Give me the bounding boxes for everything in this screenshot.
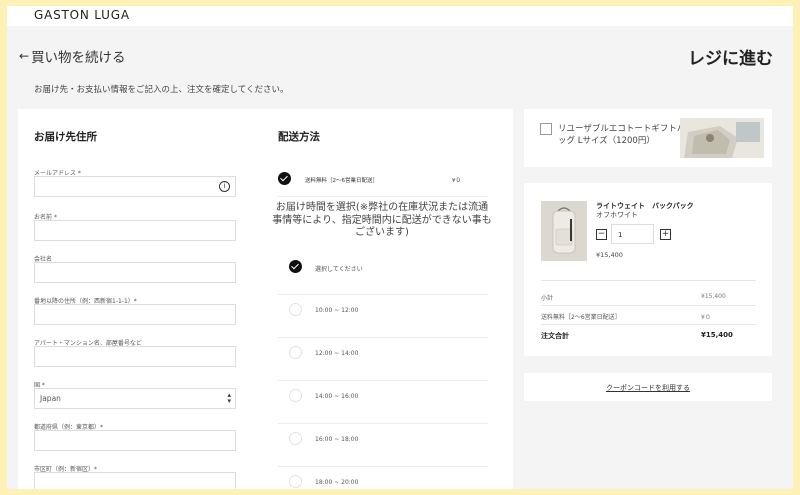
continue-shopping-label: 買い物を続ける <box>31 50 126 66</box>
page-title: レジに進む <box>688 49 773 69</box>
divider <box>278 423 488 424</box>
divider <box>541 324 756 325</box>
continue-shopping-link[interactable]: ← 買い物を続ける <box>19 46 126 66</box>
time-slot-radio[interactable] <box>289 432 302 445</box>
divider <box>541 280 756 281</box>
gift-bag-card: リユーザブルエコトートギフトバッグ Lサイズ（1200円） <box>524 109 772 167</box>
time-slot-label: 14:00 ~ 16:00 <box>315 393 359 400</box>
time-slot-label: 12:00 ~ 14:00 <box>315 350 359 357</box>
gift-bag-label: リユーザブルエコトートギフトバッグ Lサイズ（1200円） <box>558 124 686 146</box>
name-field[interactable] <box>34 220 236 241</box>
subtotal-row: 小計 ¥15,400 <box>541 293 756 302</box>
product-price: ¥15,400 <box>596 251 623 259</box>
product-color: オフホワイト <box>596 211 638 219</box>
country-select[interactable]: Japan ▴ ▾ <box>34 388 236 409</box>
total-value: ¥15,400 <box>701 331 733 339</box>
time-slot-label: 選択してください <box>315 266 363 273</box>
divider <box>278 294 488 295</box>
select-arrows-icon: ▴ ▾ <box>227 391 231 405</box>
subtotal-value: ¥15,400 <box>701 293 726 300</box>
shipping-method-price: ¥０ <box>452 178 461 184</box>
shipping-method-label: 送料無料［2〜6営業日配送］ <box>305 178 378 184</box>
total-row: 注文合計 ¥15,400 <box>541 331 756 341</box>
delivery-time-note: お届け時間を選択(※弊社の在庫状況または流通事情等により、指定時間内に配送ができ… <box>272 202 492 238</box>
coupon-link[interactable]: クーポンコードを利用する <box>524 383 772 393</box>
arrow-left-icon: ← <box>19 49 30 63</box>
time-slot-radio[interactable] <box>289 346 302 359</box>
divider <box>278 380 488 381</box>
product-image <box>541 201 587 261</box>
checkout-form-panel: お届け先住所 メールアドレス * i お名前 * 会社名 番地以降の住所（例：西… <box>18 109 513 489</box>
time-slot-label: 16:00 ~ 18:00 <box>315 436 359 443</box>
country-value: Japan <box>40 394 61 403</box>
gift-bag-image <box>680 118 764 158</box>
quantity-decrease-button[interactable]: − <box>596 229 607 240</box>
gift-bag-checkbox[interactable] <box>540 123 552 135</box>
address-section-title: お届け先住所 <box>34 131 97 143</box>
coupon-card: クーポンコードを利用する <box>524 373 772 401</box>
quantity-input[interactable]: 1 <box>611 224 654 244</box>
top-bar: GASTON LUGA <box>7 6 793 26</box>
checkout-page: GASTON LUGA ← 買い物を続ける レジに進む お届け先・お支払い情報を… <box>7 6 793 489</box>
address1-field[interactable] <box>34 304 236 325</box>
company-field[interactable] <box>34 262 236 283</box>
time-slot-label: 10:00 ~ 12:00 <box>315 307 359 314</box>
shipping-label: 送料無料［2〜6営業日配送］ <box>541 314 621 321</box>
shipping-section-title: 配送方法 <box>278 131 320 143</box>
shipping-value: ¥０ <box>701 314 711 321</box>
email-field[interactable]: i <box>34 176 236 197</box>
divider <box>278 466 488 467</box>
divider <box>278 337 488 338</box>
divider <box>278 196 488 197</box>
cart-summary-card: ライトウェイト バックパック オフホワイト − 1 + ¥15,400 小計 ¥… <box>524 183 772 356</box>
shipping-row: 送料無料［2〜6営業日配送］ ¥０ <box>541 312 756 321</box>
subtotal-label: 小計 <box>541 295 554 302</box>
shipping-method-radio[interactable] <box>278 172 291 185</box>
time-slot-radio[interactable] <box>289 303 302 316</box>
divider <box>541 305 756 306</box>
total-label: 注文合計 <box>541 332 569 340</box>
time-slot-radio-default[interactable] <box>289 260 302 273</box>
time-slot-radio[interactable] <box>289 475 302 488</box>
brand-logo[interactable]: GASTON LUGA <box>34 8 130 22</box>
quantity-increase-button[interactable]: + <box>660 229 671 240</box>
time-slot-label: 18:00 ~ 20:00 <box>315 479 359 486</box>
info-icon[interactable]: i <box>219 181 230 192</box>
time-slot-radio[interactable] <box>289 389 302 402</box>
page-subtitle: お届け先・お支払い情報をご記入の上、注文を確定してください。 <box>34 85 289 95</box>
address2-field[interactable] <box>34 346 236 367</box>
prefecture-field[interactable] <box>34 430 236 451</box>
city-field[interactable] <box>34 472 236 489</box>
